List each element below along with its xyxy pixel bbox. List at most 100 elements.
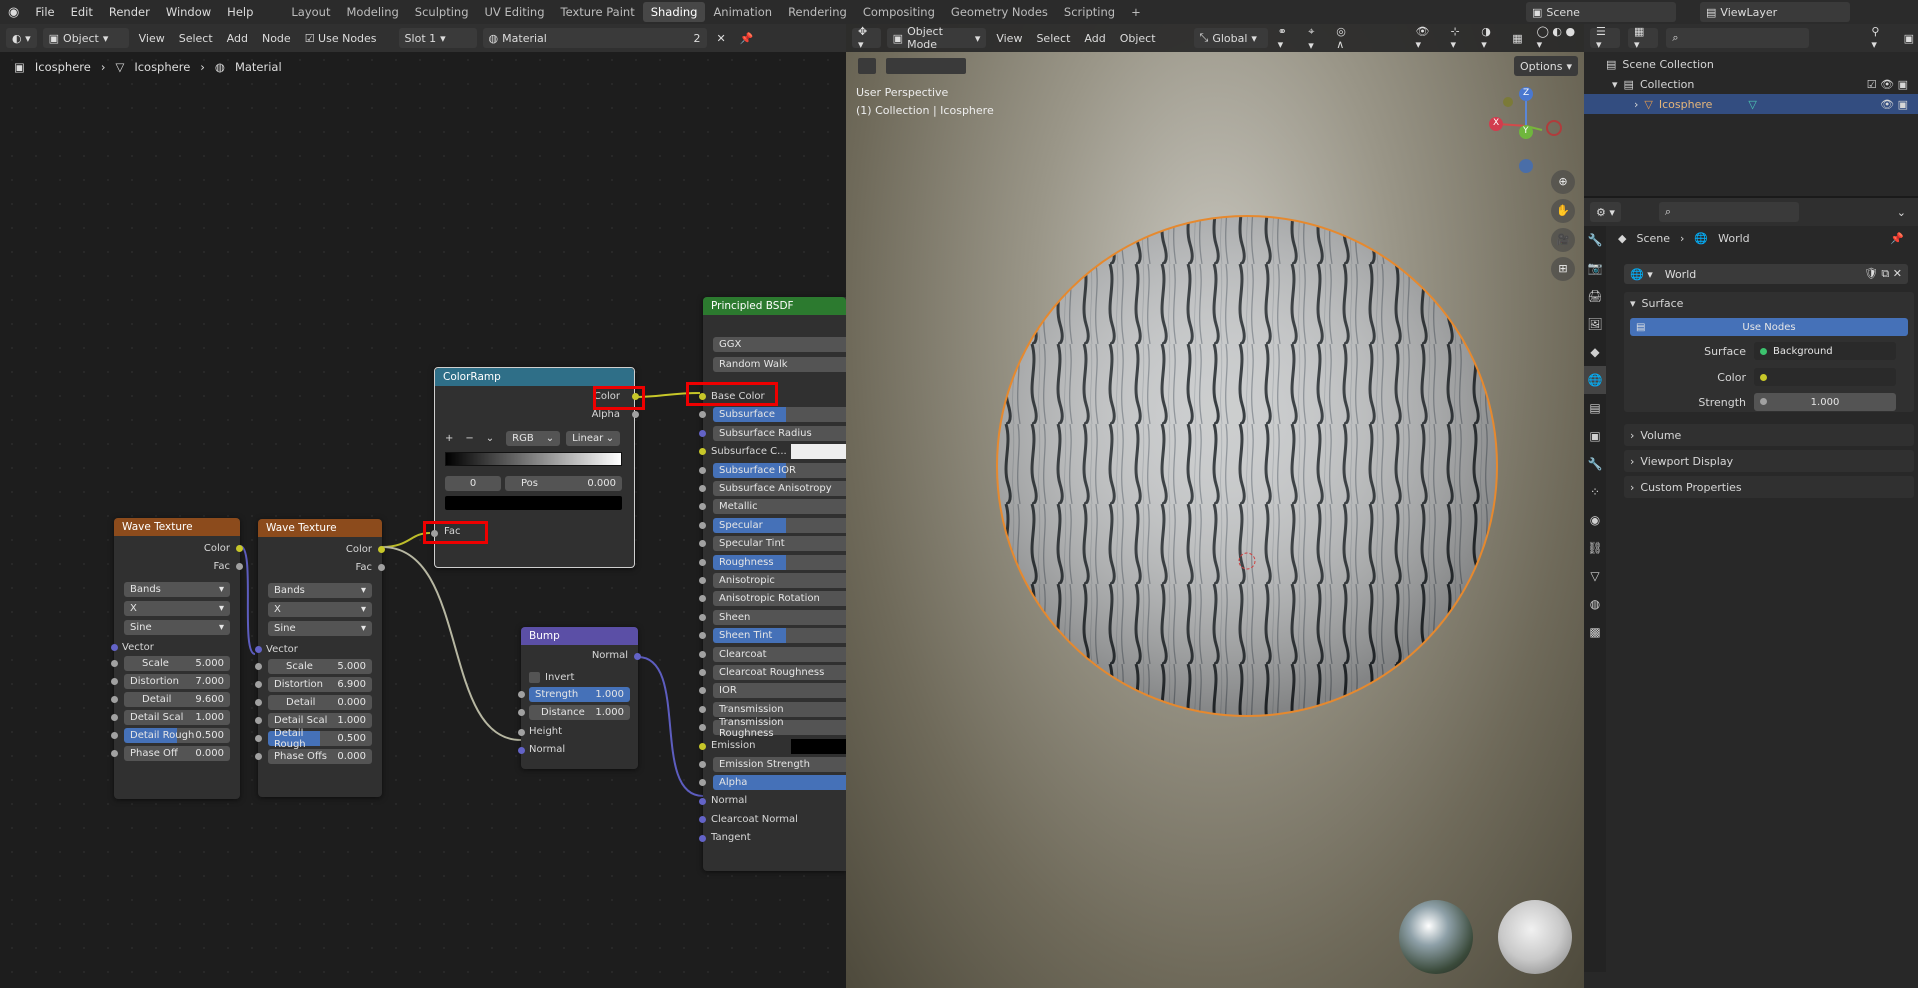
properties-options-icon[interactable]: ⌄ — [1893, 206, 1910, 219]
bsdf-input-roughness[interactable]: Roughness — [713, 554, 846, 570]
bsdf-input-specular[interactable]: Specular — [713, 517, 846, 533]
wave2-detail-rough-socket[interactable] — [255, 735, 262, 742]
bsdf-socket-emission-strength[interactable] — [699, 761, 706, 768]
wave2-profile-dropdown[interactable]: Sine ▾ — [268, 621, 372, 636]
wave1-detail-rough-socket[interactable] — [111, 732, 118, 739]
bsdf-socket-ior[interactable] — [699, 687, 706, 695]
wave2-color-socket[interactable] — [378, 546, 385, 553]
bump-header[interactable]: Bump — [521, 627, 638, 645]
bsdf-socket-anisotropic[interactable] — [699, 577, 706, 584]
output-tab-icon[interactable]: 🖨 — [1584, 282, 1606, 310]
scene-tab-icon[interactable]: ◆ — [1584, 338, 1606, 366]
collection-tab-icon[interactable]: ▤ — [1584, 394, 1606, 422]
bsdf-socket-alpha[interactable] — [699, 779, 706, 787]
3d-viewport[interactable]: ✥ ▾ ▣ Object Mode ▾ View Select Add Obje… — [846, 24, 1584, 988]
data-tab-icon[interactable]: ▽ — [1584, 562, 1606, 590]
bsdf-socket-sheen-tint[interactable] — [699, 632, 706, 640]
bsdf-socket-anisotropic-rotation[interactable] — [699, 595, 706, 603]
particles-tab-icon[interactable]: ⁘ — [1584, 478, 1606, 506]
wave2-detail-rough-field[interactable]: Detail Rough 0.500 — [268, 728, 372, 750]
bsdf-socket-clearcoat-roughness[interactable] — [699, 669, 706, 676]
wave2-detail-scale-socket[interactable] — [255, 717, 262, 724]
tab-compositing[interactable]: Compositing — [855, 2, 943, 22]
bsdf-socket-subsurface-radius[interactable] — [699, 429, 706, 437]
outliner-row-collection[interactable]: ▾ ▤ Collection ☑ 👁 ▣ — [1584, 74, 1918, 94]
wave2-distortion-field[interactable]: Distortion 6.900 — [268, 677, 372, 692]
bsdf-input-metallic[interactable]: Metallic — [713, 499, 846, 515]
wave2-phase-socket[interactable] — [255, 753, 262, 760]
bsdf-input-sheen[interactable]: Sheen — [713, 609, 846, 625]
colorramp-alpha-socket[interactable] — [632, 411, 639, 418]
filter-icon[interactable]: ⚲ ▾ — [1867, 25, 1891, 51]
world-selector[interactable]: 🌐 ▾ World 🛡 ⧉ ✕ — [1624, 264, 1908, 284]
tab-modeling[interactable]: Modeling — [338, 2, 406, 22]
wave2-fac-socket[interactable] — [378, 564, 385, 571]
bsdf-header[interactable]: Principled BSDF — [703, 297, 846, 315]
wave2-detail-field[interactable]: Detail 0.000 — [268, 695, 372, 710]
bsdf-distribution-dropdown[interactable]: GGX — [713, 337, 846, 352]
bsdf-input-clearcoat-roughness[interactable]: Clearcoat Roughness — [713, 665, 846, 680]
blender-logo-icon[interactable]: ◉ — [0, 5, 27, 20]
tab-uv-editing[interactable]: UV Editing — [477, 2, 553, 22]
icosphere-object[interactable] — [846, 24, 1584, 988]
subsurface-color-swatch[interactable] — [791, 444, 846, 460]
tab-texture-paint[interactable]: Texture Paint — [553, 2, 643, 22]
menu-help[interactable]: Help — [219, 5, 261, 19]
bsdf-socket-subsurface-anisotropy[interactable] — [699, 485, 706, 492]
bsdf-socket-specular-tint[interactable] — [699, 540, 706, 548]
ramp-menu-icon[interactable]: ⌄ — [486, 433, 494, 444]
surface-panel-header[interactable]: ▾ Surface — [1624, 292, 1914, 314]
bsdf-socket-clearcoat[interactable] — [699, 650, 706, 658]
wave2-type-dropdown[interactable]: Bands ▾ — [268, 583, 372, 598]
colorramp-stop-index[interactable]: 0 — [445, 476, 501, 491]
colorramp-interp-dropdown[interactable]: Linear ⌄ — [566, 430, 621, 446]
bsdf-socket-sheen[interactable] — [699, 613, 706, 621]
world-strength-field[interactable]: 1.000 — [1754, 393, 1896, 411]
viewport-display-panel[interactable]: › Viewport Display — [1624, 450, 1914, 472]
bsdf-input-alpha[interactable]: Alpha — [713, 775, 846, 791]
tab-sculpting[interactable]: Sculpting — [407, 2, 477, 22]
bsdf-input-emission-strength[interactable]: Emission Strength — [713, 757, 846, 772]
tab-shading[interactable]: Shading — [642, 2, 706, 22]
menu-window[interactable]: Window — [158, 5, 219, 19]
wave1-fac-socket[interactable] — [236, 563, 243, 570]
physics-tab-icon[interactable]: ◉ — [1584, 506, 1606, 534]
bsdf-input-transmission-roughness[interactable]: Transmission Roughness — [713, 717, 846, 739]
outliner-row-icosphere[interactable]: › ▽ Icosphere ▽ 👁 ▣ — [1584, 94, 1918, 114]
tool-tab-icon[interactable]: 🔧 — [1584, 226, 1606, 254]
wave2-direction-dropdown[interactable]: X ▾ — [268, 602, 372, 617]
wave1-type-dropdown[interactable]: Bands ▾ — [124, 582, 230, 597]
menu-file[interactable]: File — [27, 5, 62, 19]
use-nodes-button[interactable]: ▤ Use Nodes — [1630, 318, 1908, 336]
bump-invert-checkbox[interactable]: Invert — [521, 669, 638, 685]
bsdf-input-normal[interactable]: Normal — [703, 793, 846, 809]
colorramp-pos-field[interactable]: Pos 0.000 — [505, 476, 622, 491]
bump-distance-field[interactable]: Distance 1.000 — [529, 705, 630, 720]
wave1-distortion-socket[interactable] — [111, 678, 118, 685]
constraints-tab-icon[interactable]: ⛓ — [1584, 534, 1606, 562]
menu-edit[interactable]: Edit — [63, 5, 101, 19]
wave2-detail-scale-field[interactable]: Detail Scal 1.000 — [268, 713, 372, 728]
render-tab-icon[interactable]: 📷 — [1584, 254, 1606, 282]
wave1-color-socket[interactable] — [236, 545, 243, 552]
bump-normal-out-socket[interactable] — [634, 653, 641, 660]
volume-panel[interactable]: › Volume — [1624, 424, 1914, 446]
chevron-down-icon[interactable]: ▾ — [1612, 78, 1618, 91]
properties-search[interactable]: ⌕ — [1658, 202, 1799, 222]
wave2-distortion-socket[interactable] — [255, 681, 262, 688]
custom-properties-panel[interactable]: › Custom Properties — [1624, 476, 1914, 498]
wave1-scale-field[interactable]: Scale 5.000 — [124, 656, 230, 671]
colorramp-stop-color[interactable] — [445, 496, 622, 510]
bsdf-input-subsurface-anisotropy[interactable]: Subsurface Anisotropy — [713, 481, 846, 496]
bsdf-socket-transmission[interactable] — [699, 705, 706, 713]
wave2-header[interactable]: Wave Texture — [258, 519, 382, 537]
bsdf-socket-metallic[interactable] — [699, 503, 706, 511]
bump-strength-field[interactable]: Strength 1.000 — [529, 687, 630, 702]
properties-pin-icon[interactable]: 📌 — [1886, 232, 1908, 245]
wave1-phase-socket[interactable] — [111, 750, 118, 757]
wave1-detail-scale-socket[interactable] — [111, 714, 118, 721]
shader-node-editor[interactable]: ◐ ▾ ▣ Object ▾ View Select Add Node ☑ Us… — [0, 24, 846, 988]
wave1-header[interactable]: Wave Texture — [114, 518, 240, 536]
bump-strength-socket[interactable] — [518, 691, 525, 698]
tab-scripting[interactable]: Scripting — [1056, 2, 1123, 22]
